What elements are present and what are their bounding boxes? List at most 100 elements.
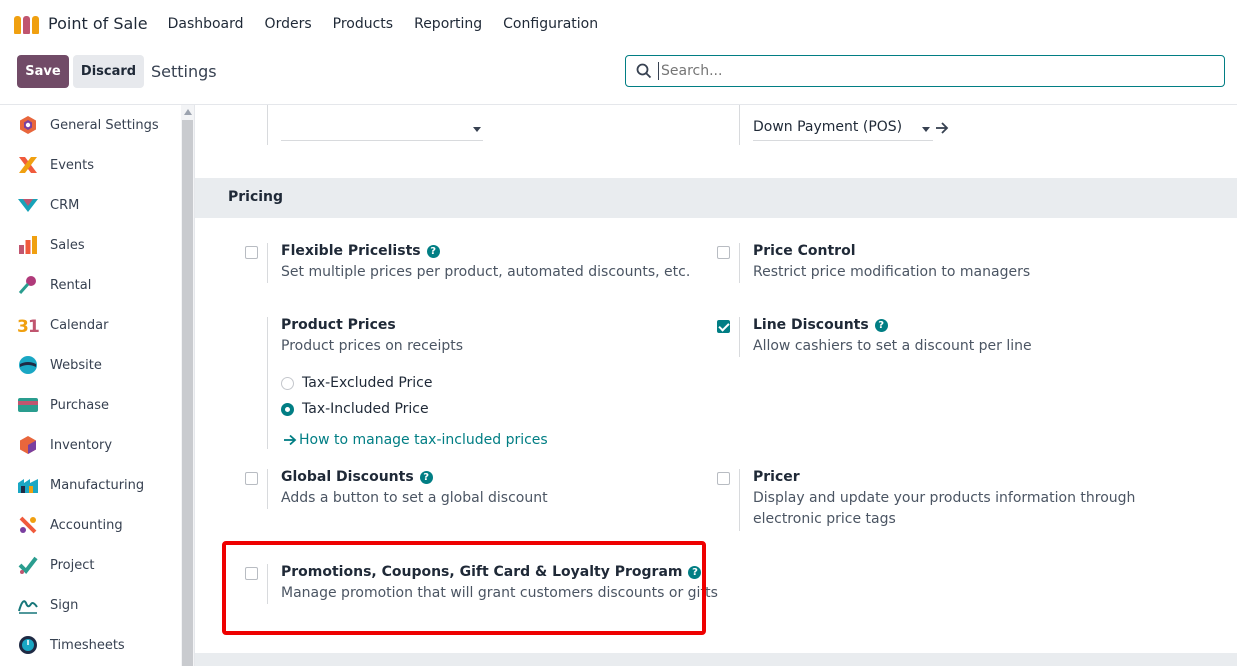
search-bar[interactable] — [625, 55, 1225, 87]
accounting-icon — [17, 514, 39, 536]
product-prices-title: Product Prices — [281, 317, 396, 333]
save-button[interactable]: Save — [17, 55, 69, 88]
divider — [739, 317, 740, 357]
pricer-desc-line1: Display and update your products informa… — [753, 490, 1136, 506]
scroll-thumb[interactable] — [182, 120, 193, 666]
sidebar-item-sales[interactable]: Sales — [0, 225, 180, 265]
help-icon[interactable]: ? — [419, 471, 433, 484]
calendar-icon: 31 — [17, 314, 39, 336]
help-icon[interactable]: ? — [874, 319, 888, 332]
divider — [267, 469, 268, 509]
price-control-checkbox[interactable] — [717, 246, 730, 259]
menu-reporting[interactable]: Reporting — [414, 16, 482, 32]
tax-excluded-radio[interactable] — [281, 377, 294, 390]
tax-included-label[interactable]: Tax-Included Price — [302, 401, 429, 417]
sidebar-item-label: Events — [50, 157, 95, 173]
point-of-sale-app-icon[interactable] — [14, 14, 40, 34]
sidebar-item-events[interactable]: Events — [0, 145, 180, 185]
arrow-right-icon — [284, 434, 297, 446]
sidebar-item-sign[interactable]: Sign — [0, 585, 180, 625]
setting-title-text: Global Discounts — [281, 469, 414, 485]
divider — [739, 469, 740, 531]
section-title: Pricing — [228, 189, 284, 205]
divider — [267, 317, 268, 449]
divider — [739, 243, 740, 283]
sidebar-item-general-settings[interactable]: General Settings — [0, 105, 180, 145]
sidebar-item-label: Project — [50, 557, 95, 573]
sidebar-item-label: CRM — [50, 197, 80, 213]
sidebar-item-label: Rental — [50, 277, 92, 293]
project-icon — [17, 554, 39, 576]
sidebar-item-label: Calendar — [50, 317, 109, 333]
sidebar-item-label: Sign — [50, 597, 79, 613]
sidebar-item-label: General Settings — [50, 117, 159, 133]
flexible-pricelists-checkbox[interactable] — [245, 246, 258, 259]
sidebar-scrollbar[interactable] — [181, 105, 194, 666]
arrow-right-icon[interactable] — [935, 121, 949, 135]
search-input[interactable] — [658, 62, 1198, 80]
sidebar-item-label: Manufacturing — [50, 477, 145, 493]
manufacturing-icon — [17, 474, 39, 496]
scroll-up-arrow-icon[interactable] — [184, 109, 192, 115]
sidebar-item-manufacturing[interactable]: Manufacturing — [0, 465, 180, 505]
product-prices-desc: Product prices on receipts — [281, 338, 464, 354]
purchase-icon — [17, 394, 39, 416]
general-settings-icon — [17, 114, 39, 136]
line-discounts-desc: Allow cashiers to set a discount per lin… — [753, 338, 1032, 354]
pricer-checkbox[interactable] — [717, 472, 730, 485]
chevron-down-icon — [473, 127, 481, 132]
discard-button[interactable]: Discard — [73, 55, 144, 88]
menu-configuration[interactable]: Configuration — [503, 16, 598, 32]
page-title: Settings — [151, 62, 217, 81]
line-discounts-checkbox[interactable] — [717, 320, 730, 333]
pricer-desc-line2: electronic price tags — [753, 511, 896, 527]
down-payment-select[interactable]: Down Payment (POS) — [753, 117, 933, 141]
sidebar-item-label: Purchase — [50, 397, 110, 413]
line-discounts-title: Line Discounts? — [753, 317, 888, 333]
flexible-pricelists-desc: Set multiple prices per product, automat… — [281, 264, 691, 280]
tax-included-prices-link[interactable]: How to manage tax-included prices — [299, 432, 548, 448]
sales-icon — [17, 234, 39, 256]
sidebar-item-label: Sales — [50, 237, 85, 253]
sidebar-item-purchase[interactable]: Purchase — [0, 385, 180, 425]
sidebar-item-crm[interactable]: CRM — [0, 185, 180, 225]
next-section-header — [195, 653, 1237, 666]
left-select-field[interactable] — [281, 117, 483, 141]
divider — [739, 105, 740, 145]
sidebar-item-rental[interactable]: Rental — [0, 265, 180, 305]
sidebar-item-label: Accounting — [50, 517, 123, 533]
pricer-title: Pricer — [753, 469, 800, 485]
flexible-pricelists-title: Flexible Pricelists? — [281, 243, 440, 259]
menu-products[interactable]: Products — [333, 16, 393, 32]
settings-sidebar: General Settings Events CRM Sales Rental… — [0, 105, 195, 666]
pricing-section-header: Pricing — [195, 178, 1237, 218]
down-payment-value: Down Payment (POS) — [753, 119, 903, 135]
sidebar-item-label: Timesheets — [50, 637, 125, 653]
sidebar-item-calendar[interactable]: 31 Calendar — [0, 305, 180, 345]
sidebar-item-accounting[interactable]: Accounting — [0, 505, 180, 545]
top-navbar: Point of Sale Dashboard Orders Products … — [0, 0, 1237, 47]
help-icon[interactable]: ? — [426, 245, 440, 258]
sidebar-item-project[interactable]: Project — [0, 545, 180, 585]
tax-excluded-label[interactable]: Tax-Excluded Price — [302, 375, 432, 391]
sidebar-item-timesheets[interactable]: Timesheets — [0, 625, 180, 665]
rental-icon — [17, 274, 39, 296]
setting-title-text: Flexible Pricelists — [281, 243, 421, 259]
highlight-box — [222, 541, 706, 635]
global-discounts-checkbox[interactable] — [245, 472, 258, 485]
divider — [267, 105, 268, 145]
sidebar-item-website[interactable]: Website — [0, 345, 180, 385]
tax-included-radio[interactable] — [281, 403, 294, 416]
control-panel: Save Discard Settings — [0, 47, 1237, 105]
sidebar-item-inventory[interactable]: Inventory — [0, 425, 180, 465]
crm-icon — [17, 194, 39, 216]
menu-dashboard[interactable]: Dashboard — [168, 16, 244, 32]
sidebar-item-label: Website — [50, 357, 102, 373]
chevron-down-icon — [922, 127, 930, 132]
svg-text:1: 1 — [28, 317, 39, 335]
website-icon — [17, 354, 39, 376]
global-discounts-title: Global Discounts? — [281, 469, 433, 485]
app-name[interactable]: Point of Sale — [48, 14, 148, 33]
price-control-title: Price Control — [753, 243, 856, 259]
menu-orders[interactable]: Orders — [265, 16, 312, 32]
